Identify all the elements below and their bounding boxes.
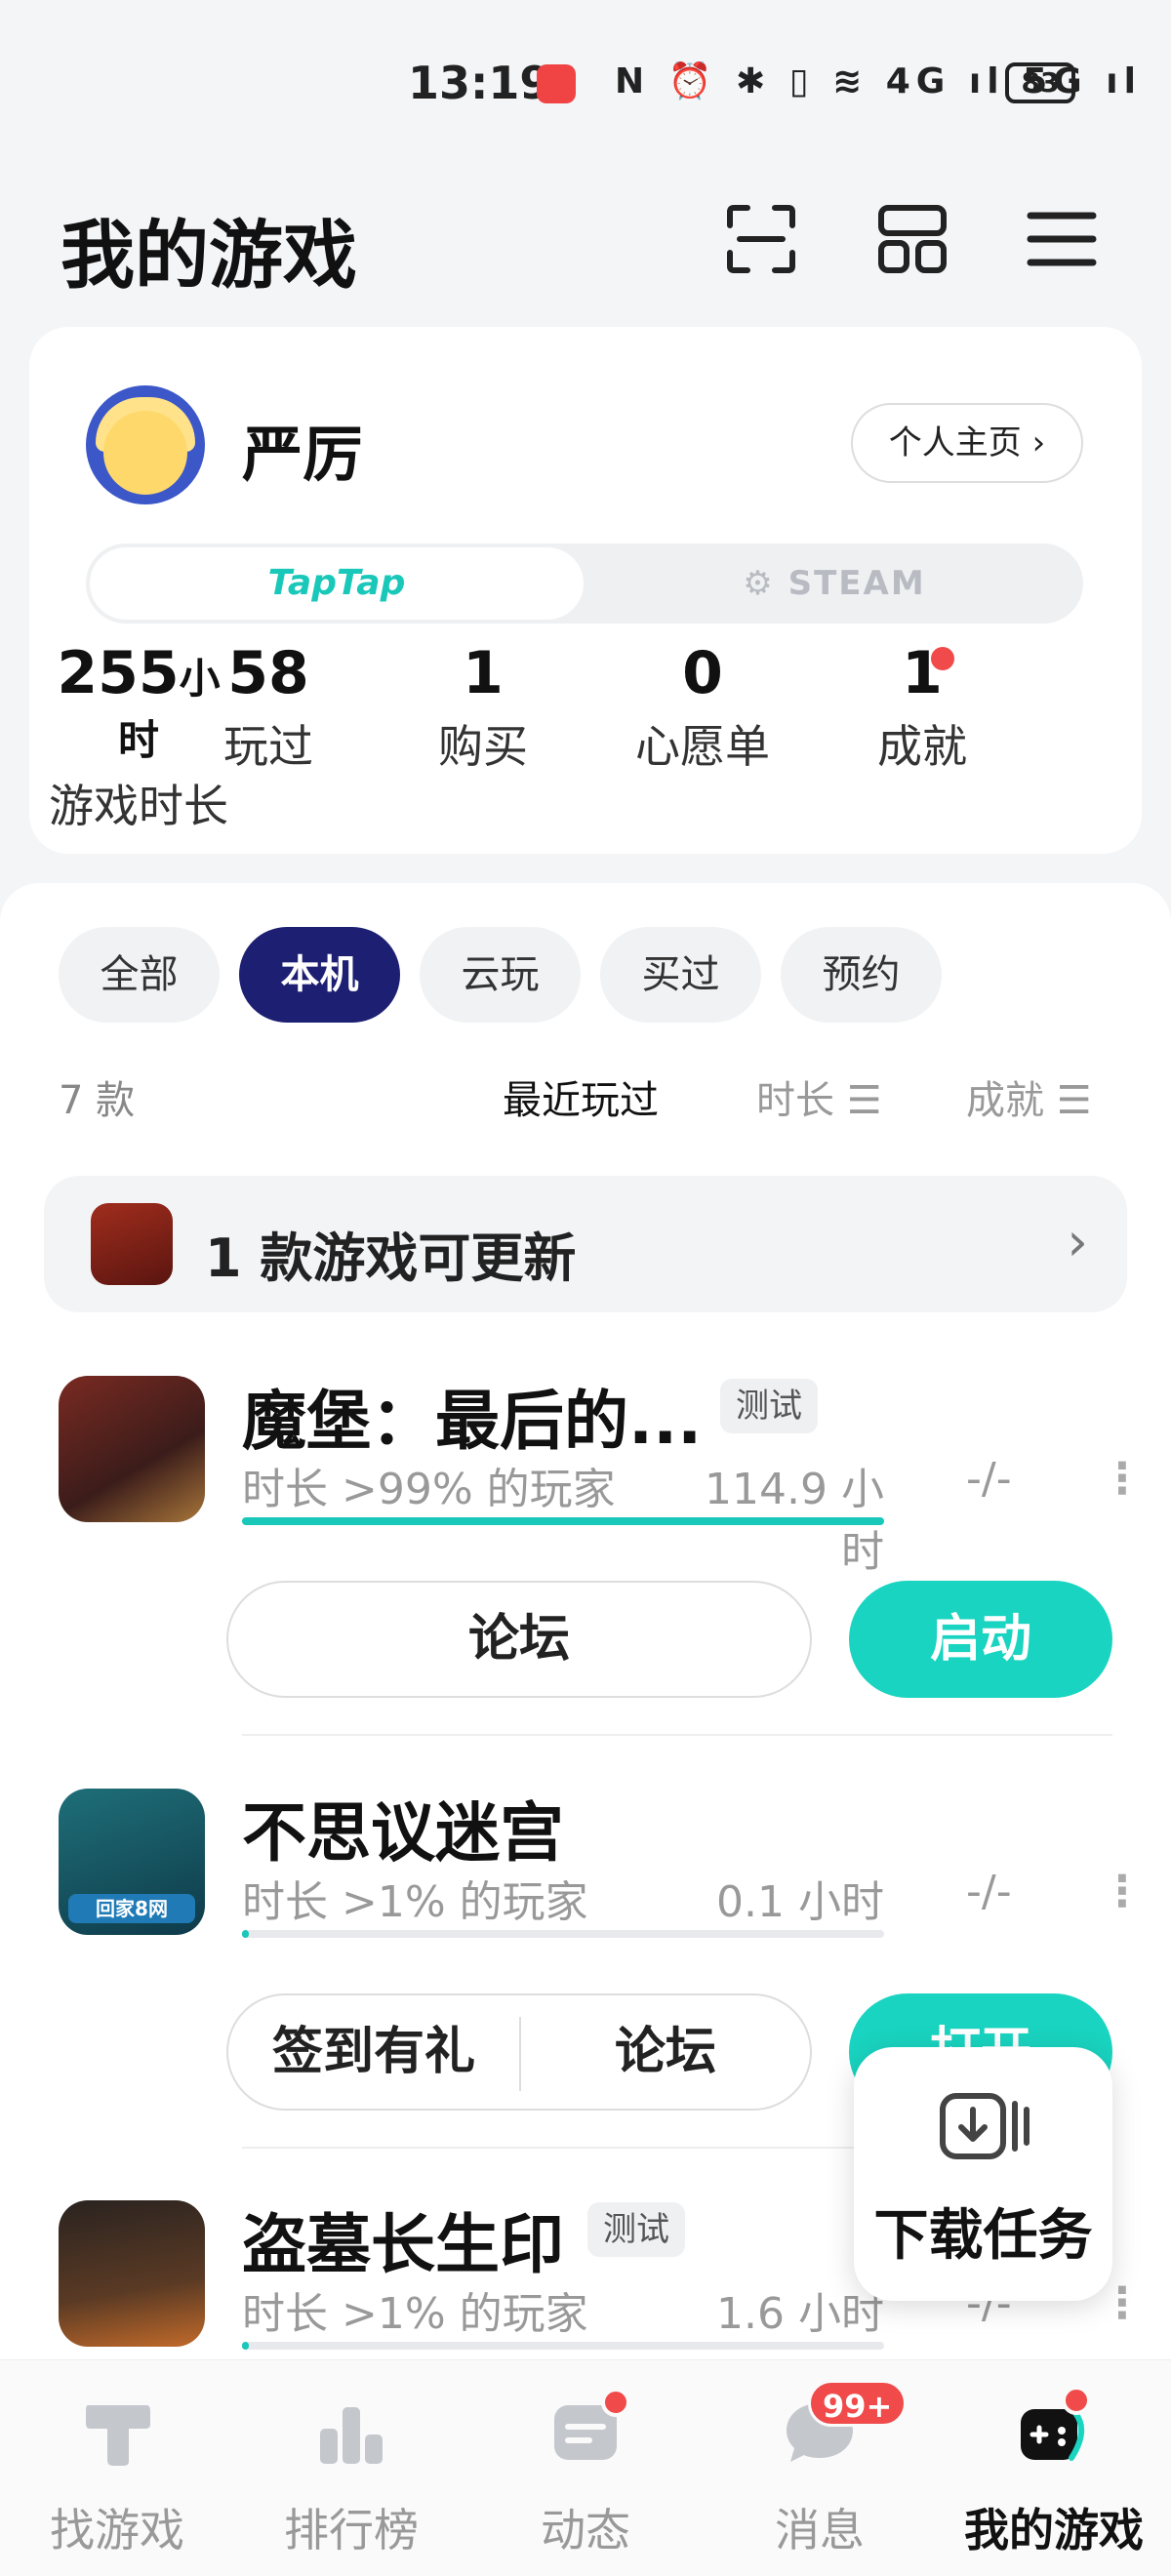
username: 严厉: [242, 419, 364, 490]
game-thumbnail: [91, 1203, 173, 1285]
playtime-progress: [242, 2342, 884, 2350]
app-notification-icon: [537, 64, 576, 103]
bottom-nav: 找游戏 排行榜 动态 99+ 消息 我的游戏: [0, 2359, 1171, 2576]
taptap-icon: [86, 2405, 150, 2466]
menu-icon: [1027, 212, 1097, 266]
filter-chip-bought[interactable]: 买过: [600, 927, 761, 1023]
ranking-icon: [320, 2407, 383, 2464]
nav-feed[interactable]: 动态: [468, 2360, 703, 2576]
filter-chip-cloud[interactable]: 云玩: [420, 927, 581, 1023]
test-tag: 测试: [720, 1379, 818, 1433]
game-title[interactable]: 魔堡：最后的...: [242, 1369, 702, 1463]
game-achievement: -/-: [966, 1867, 1012, 1916]
layout-button[interactable]: [873, 200, 951, 278]
stat-achievements[interactable]: 1 成就: [839, 639, 1005, 776]
game-achievement: -/-: [966, 1454, 1012, 1504]
scan-icon: [727, 205, 795, 273]
nav-my-games[interactable]: 我的游戏: [937, 2360, 1171, 2576]
status-bar: 13:19 N ⏰ ✱ ▯ ≋ 4G ıl 5G ıl 83: [0, 0, 1171, 166]
game-hours: 1.6 小时: [716, 2289, 884, 2339]
message-badge: 99+: [808, 2380, 908, 2427]
forum-button[interactable]: 论坛: [226, 1581, 812, 1698]
tab-taptap[interactable]: TapTap: [90, 547, 584, 620]
chevron-right-icon: ›: [1067, 1211, 1088, 1272]
notification-dot: [601, 2388, 630, 2417]
homepage-button[interactable]: 个人主页 ›: [851, 403, 1083, 483]
more-icon[interactable]: ⋮: [1101, 1454, 1144, 1504]
more-icon[interactable]: ⋮: [1101, 1867, 1144, 1916]
download-icon: [940, 2093, 1030, 2159]
platform-switch: TapTap ⚙ STEAM: [86, 543, 1083, 624]
checkin-button[interactable]: 签到有礼: [228, 1995, 519, 2109]
test-tag: 测试: [587, 2202, 685, 2257]
playtime-progress: [242, 1517, 884, 1525]
sort-achievement[interactable]: 成就 ☰: [966, 1068, 1092, 1125]
stat-played[interactable]: 58 玩过: [185, 639, 351, 776]
download-tasks-button[interactable]: 下载任务: [854, 2047, 1112, 2301]
game-title[interactable]: 盗墓长生印: [242, 2193, 564, 2286]
status-time: 13:19: [408, 57, 551, 109]
game-playtime-rank: 时长 >1% 的玩家: [242, 1877, 588, 1927]
nav-find-games[interactable]: 找游戏: [0, 2360, 234, 2576]
update-banner[interactable]: 1 款游戏可更新 ›: [44, 1176, 1127, 1312]
nav-messages[interactable]: 99+ 消息: [703, 2360, 937, 2576]
stat-wishlist[interactable]: 0 心愿单: [605, 639, 800, 776]
playtime-progress: [242, 1930, 884, 1938]
game-icon[interactable]: [59, 1376, 205, 1522]
game-count: 7 款: [59, 1078, 136, 1123]
sort-playtime[interactable]: 时长 ☰: [756, 1068, 882, 1125]
game-playtime-rank: 时长 >1% 的玩家: [242, 2289, 588, 2339]
menu-button[interactable]: [1023, 200, 1101, 278]
game-icon[interactable]: [59, 2200, 205, 2347]
steam-icon: ⚙: [743, 564, 788, 603]
stat-purchased[interactable]: 1 购买: [400, 639, 566, 776]
sort-recent[interactable]: 最近玩过: [503, 1068, 659, 1125]
nav-rankings[interactable]: 排行榜: [234, 2360, 468, 2576]
profile-card: 严厉 个人主页 › TapTap ⚙ STEAM 255小时 游戏时长 58 玩…: [29, 327, 1142, 854]
grid-layout-icon: [878, 205, 947, 273]
filter-chip-local[interactable]: 本机: [239, 927, 400, 1023]
game-action-buttons: 签到有礼 论坛: [226, 1993, 812, 2111]
notification-dot: [931, 647, 954, 670]
notification-dot: [1062, 2386, 1091, 2415]
more-icon[interactable]: ⋮: [1101, 2278, 1144, 2328]
forum-button[interactable]: 论坛: [521, 1995, 810, 2109]
game-hours: 114.9 小时: [705, 1465, 884, 1577]
scan-button[interactable]: [722, 200, 800, 278]
filter-chip-reserved[interactable]: 预约: [781, 927, 942, 1023]
avatar[interactable]: [86, 385, 205, 504]
game-hours: 0.1 小时: [716, 1877, 884, 1927]
battery-icon: 83: [1005, 62, 1075, 103]
game-title[interactable]: 不思议迷宫: [242, 1781, 564, 1874]
filter-chip-all[interactable]: 全部: [59, 927, 220, 1023]
tab-steam[interactable]: ⚙ STEAM: [587, 547, 1081, 620]
game-icon[interactable]: 回家8网: [59, 1789, 205, 1935]
page-title: 我的游戏: [61, 212, 357, 299]
game-playtime-rank: 时长 >99% 的玩家: [242, 1465, 616, 1514]
launch-button[interactable]: 启动: [849, 1581, 1112, 1698]
